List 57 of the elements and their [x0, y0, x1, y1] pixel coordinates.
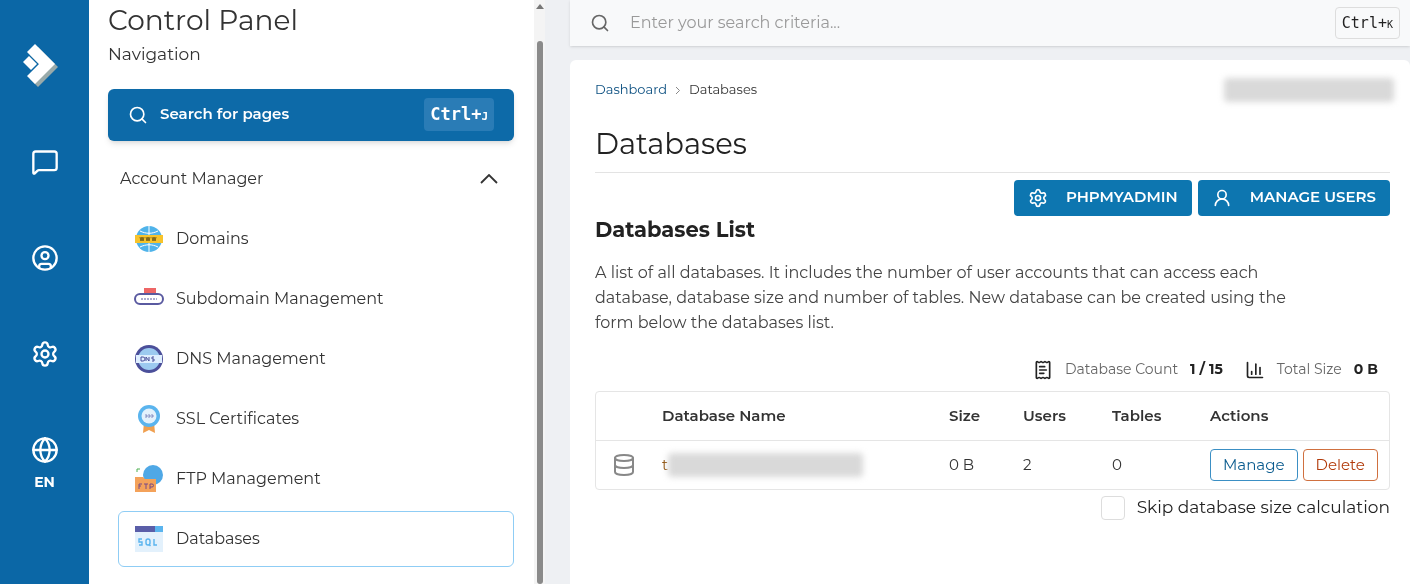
nav-item[interactable]: FTP Management — [118, 450, 514, 507]
ftp-folder-icon — [134, 463, 164, 494]
column-header: Size — [949, 404, 981, 427]
action-button[interactable]: MANAGE USERS — [1197, 179, 1390, 216]
search-placeholder: Search for pages — [160, 103, 291, 126]
checkbox[interactable] — [1100, 495, 1125, 520]
shortcut-key: Ctrl+J — [424, 97, 494, 132]
sidebar-subtitle: Navigation — [108, 43, 202, 66]
chevron-up-icon — [480, 173, 498, 184]
nav-item[interactable]: Subdomain Management — [118, 270, 514, 327]
section-title: Databases List — [595, 215, 757, 244]
breadcrumb-current: Databases — [689, 80, 758, 100]
chevron-right-icon — [675, 85, 681, 95]
section-header[interactable]: Account Manager — [108, 164, 514, 193]
stat-label: Database Count — [1065, 359, 1179, 380]
settings-icon[interactable] — [30, 340, 59, 368]
delete-button[interactable]: Delete — [1302, 449, 1378, 481]
page-title: Databases — [595, 122, 1390, 173]
nav-item[interactable]: Domains — [118, 210, 514, 267]
action-button[interactable]: PHPMYADMIN — [1013, 179, 1192, 216]
checkbox-label: Skip database size calculation — [1136, 496, 1390, 519]
nav-item[interactable]: SSL Certificates — [118, 390, 514, 447]
database-icon — [612, 453, 636, 477]
section-description: A list of all databases. It includes the number of user accounts that can access each database, database size and number of tables. New database can be created using the form below the databases list. — [595, 262, 1287, 334]
language-label[interactable]: EN — [34, 472, 55, 492]
table-cell-text: 0 — [1112, 453, 1123, 476]
nav-item[interactable]: Databases — [118, 510, 514, 567]
manage-button[interactable]: Manage — [1210, 449, 1298, 481]
breadcrumb-link[interactable]: Dashboard — [595, 80, 667, 100]
receipt-icon — [1033, 359, 1053, 380]
page-search-field[interactable]: Search for pages Ctrl+J — [108, 88, 514, 141]
column-header: Actions — [1210, 404, 1270, 427]
stat-label: Total Size — [1276, 359, 1342, 380]
shortcut-key: Ctrl+K — [1334, 6, 1400, 40]
user-icon[interactable] — [30, 244, 59, 272]
column-header: Database Name — [662, 404, 787, 427]
table-cell-text: 2 — [1023, 453, 1033, 476]
table-cell-text: 0 B — [949, 453, 976, 476]
sql-window-icon — [134, 523, 164, 554]
dns-globe-icon — [134, 343, 164, 374]
column-header: Tables — [1112, 404, 1163, 427]
settings-icon — [1027, 187, 1048, 208]
globe-icon[interactable] — [30, 436, 59, 464]
nav-item[interactable]: DNS Management — [118, 330, 514, 387]
chat-icon[interactable] — [30, 148, 59, 176]
stat-value: 0 B — [1353, 359, 1378, 380]
search-icon — [590, 13, 610, 33]
table-cell-text: t — [662, 453, 669, 476]
sidebar-title: Control Panel — [108, 2, 299, 38]
bar-chart-icon — [1244, 359, 1265, 380]
globe-icon — [134, 223, 164, 254]
user-icon — [1211, 187, 1232, 208]
stat-value: 1 / 15 — [1190, 359, 1223, 380]
search-icon — [128, 104, 148, 125]
column-header: Users — [1023, 404, 1067, 427]
search-placeholder: Enter your search criteria... — [630, 12, 842, 34]
global-search-field[interactable]: Enter your search criteria... Ctrl+K — [570, 0, 1410, 46]
